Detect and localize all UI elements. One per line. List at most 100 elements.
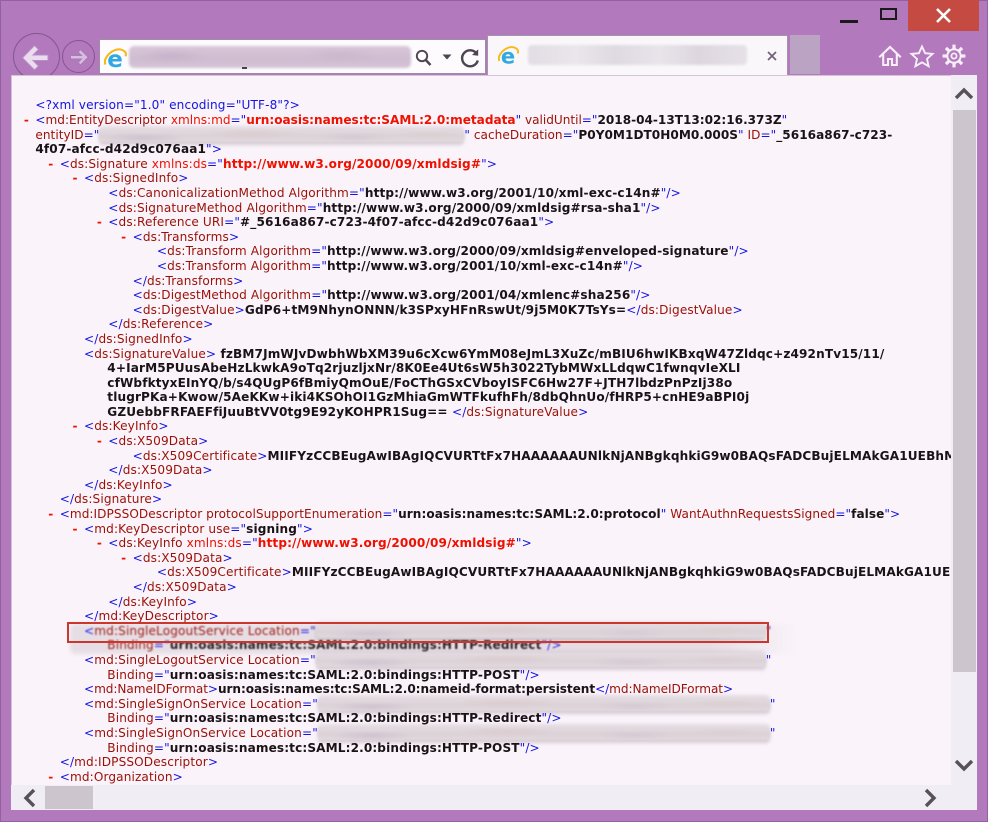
xml-line[interactable]: -<ds:X509Data>	[120, 551, 233, 566]
xml-markup: <	[108, 215, 118, 229]
forward-button[interactable]	[62, 40, 95, 73]
back-button[interactable]	[13, 33, 60, 80]
xml-line: 4f07-afcc-d42d9c076aa1">	[35, 142, 222, 157]
xml-markup: >	[173, 770, 183, 784]
collapse-marker[interactable]: -	[96, 215, 109, 230]
horizontal-scrollbar-thumb[interactable]	[45, 786, 93, 809]
xml-line[interactable]: -<ds:X509Data>	[96, 434, 209, 449]
scroll-right-icon[interactable]	[923, 788, 937, 808]
xml-markup: >	[723, 682, 733, 696]
xml-attribute-value: http://www.w3.org/2000/09/xmldsig#envelo…	[327, 244, 729, 258]
xml-markup: "/>	[630, 288, 650, 302]
xml-markup: >	[235, 303, 245, 317]
xml-name: ds:SignedInfo	[98, 332, 182, 346]
vertical-scrollbar[interactable]	[951, 75, 977, 785]
xml-name: ds:Signature	[70, 157, 152, 171]
single-logout-service-post: <md:SingleLogoutService Location=""	[84, 653, 771, 668]
xml-markup: >	[257, 449, 267, 463]
xml-markup: >	[208, 682, 218, 696]
tab-ie-logo-icon: e	[498, 44, 520, 66]
xml-namespace-attr: xmlns:ds	[152, 157, 207, 171]
xml-markup: ="	[242, 536, 258, 550]
xml-line[interactable]: -<ds:Signature xmlns:ds="http://www.w3.o…	[47, 157, 497, 172]
xml-name: md:IDPSSODescriptor	[74, 755, 208, 769]
xml-markup: >	[208, 755, 218, 769]
scroll-left-icon[interactable]	[23, 788, 37, 808]
xml-name: ds:DigestMethod	[143, 288, 251, 302]
xml-name: ds:DigestValue	[143, 303, 235, 317]
xml-name: md:NameIDFormat	[94, 682, 208, 696]
xml-markup: "	[770, 726, 776, 740]
xml-line: </md:IDPSSODescriptor>	[60, 755, 218, 770]
collapse-marker[interactable]: -	[71, 419, 84, 434]
xml-name: Location	[250, 726, 302, 740]
browser-tab[interactable]: e	[487, 35, 788, 75]
settings-gear-button[interactable]	[941, 43, 967, 69]
scroll-down-icon[interactable]	[954, 758, 974, 772]
collapse-marker[interactable]: -	[96, 536, 109, 551]
xml-text-value: tlugrPKa+Kwow/5AeKKw+iki4KSOhOI1GzMhiaGm…	[107, 390, 749, 404]
refresh-icon[interactable]	[458, 46, 482, 70]
xml-line[interactable]: -<ds:KeyInfo xmlns:ds="http://www.w3.org…	[96, 536, 532, 551]
xml-line[interactable]: -<ds:Reference URI="#_5616a867-c723-4f07…	[96, 215, 555, 230]
xml-name: ds:SignatureValue	[94, 347, 206, 361]
xml-markup: ">	[516, 536, 532, 550]
xml-markup: >	[206, 347, 216, 361]
tab-close-icon[interactable]	[766, 50, 778, 62]
collapse-marker[interactable]: -	[47, 157, 60, 172]
xml-line[interactable]: -<md:Organization>	[47, 770, 183, 785]
xml-name: ds:Reference	[123, 317, 203, 331]
collapse-marker[interactable]: -	[120, 230, 133, 245]
vertical-scrollbar-thumb[interactable]	[953, 110, 976, 672]
xml-line[interactable]: -<md:KeyDescriptor use="signing">	[71, 522, 313, 537]
xml-line: <ds:CanonicalizationMethod Algorithm="ht…	[108, 186, 681, 201]
xml-line: GZUebbFRFAEFfiJuuBtVV0tg9E92yKOHPR1Sug==…	[107, 405, 588, 420]
xml-markup: <	[133, 449, 143, 463]
collapse-marker[interactable]: -	[71, 171, 84, 186]
new-tab-button[interactable]	[790, 35, 820, 74]
xml-markup: >	[182, 332, 192, 346]
home-button[interactable]	[877, 43, 903, 69]
search-dropdown-caret-icon[interactable]	[441, 53, 453, 61]
xml-namespace-attr: xmlns:ds	[187, 536, 242, 550]
xml-markup: >	[227, 580, 237, 594]
xml-attribute-value: #_5616a867-c723-4f07-afcc-d42d9c076aa1	[240, 215, 538, 229]
close-button[interactable]	[908, 0, 979, 31]
address-bar[interactable]: e	[99, 39, 486, 74]
minimize-button[interactable]	[828, 0, 870, 31]
url-text-redacted	[129, 46, 411, 68]
xml-line[interactable]: -<ds:SignedInfo>	[71, 171, 188, 186]
collapse-marker[interactable]: -	[120, 551, 133, 566]
xml-name: ds:X509Data	[147, 580, 227, 594]
entity-descriptor-open[interactable]: -<md:EntityDescriptor xmlns:md="urn:oasi…	[23, 113, 787, 128]
xml-line[interactable]: -<md:IDPSSODescriptor protocolSupportEnu…	[47, 507, 900, 522]
collapse-marker[interactable]: -	[47, 507, 60, 522]
xml-markup: <	[84, 419, 94, 433]
xml-line[interactable]: -<ds:KeyInfo>	[71, 419, 168, 434]
xml-markup: "	[766, 653, 772, 667]
xml-text-value: MIIFYzCCBEugAwIBAgIQCVURTtFx7HAAAAAAUNlk…	[292, 565, 951, 579]
collapse-marker[interactable]: -	[47, 770, 60, 785]
xml-line: </ds:X509Data>	[108, 463, 212, 478]
collapse-marker[interactable]: -	[96, 434, 109, 449]
xml-markup: <	[133, 230, 143, 244]
xml-line[interactable]: -<ds:Transforms>	[120, 230, 239, 245]
xml-markup: </	[452, 405, 466, 419]
maximize-button[interactable]	[870, 0, 908, 31]
scroll-up-icon[interactable]	[954, 87, 974, 101]
xml-markup: ="	[224, 215, 240, 229]
horizontal-scrollbar[interactable]	[11, 785, 977, 810]
favorites-button[interactable]	[908, 43, 936, 69]
collapse-marker[interactable]: -	[23, 113, 36, 128]
xml-line: Binding="urn:oasis:names:tc:SAML:2.0:bin…	[107, 711, 561, 726]
collapse-marker[interactable]: -	[71, 522, 84, 537]
xml-markup: <	[84, 171, 94, 185]
xml-name: Algorithm	[246, 201, 306, 215]
redacted-value	[316, 653, 766, 667]
xml-markup: ="	[302, 726, 318, 740]
xml-text-value: cfWbfktyxEInYQ/b/s4QUgP6fBmiyQmOuE/FoCTh…	[107, 376, 732, 390]
xml-line: </ds:KeyInfo>	[84, 478, 173, 493]
xml-line: <ds:DigestMethod Algorithm="http://www.w…	[133, 288, 651, 303]
search-icon[interactable]	[413, 48, 435, 68]
xml-text-value: fzBM7JmWJvDwbhWbXM39u6cXcw6YmM08eJmL3XuZ…	[216, 347, 884, 361]
